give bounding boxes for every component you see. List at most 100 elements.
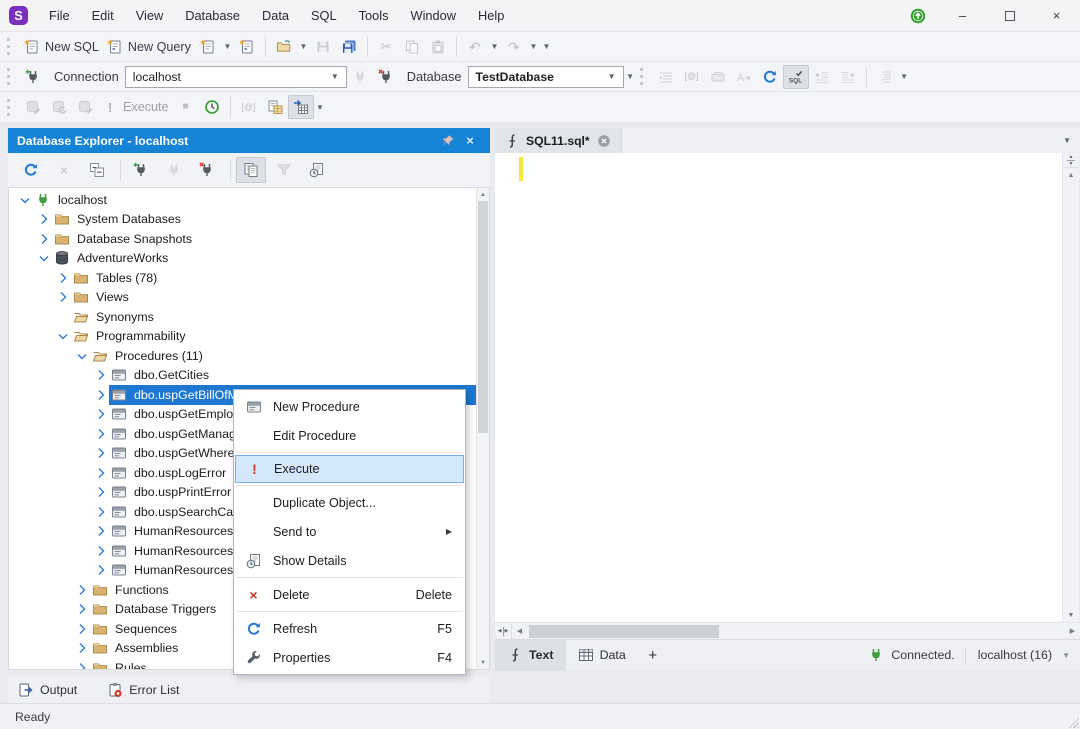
menu-data[interactable]: Data <box>251 0 300 32</box>
redo-dropdown[interactable]: ▼ <box>527 42 540 51</box>
menu-properties[interactable]: PropertiesF4 <box>235 643 464 672</box>
editor-vsplit-handle[interactable]: ◀▶ <box>495 623 512 639</box>
tree-item-database-snapshots[interactable]: Database Snapshots <box>9 229 476 249</box>
database-group-dropdown[interactable]: ▼ <box>624 72 637 81</box>
menu-duplicate-object[interactable]: Duplicate Object... <box>235 488 464 517</box>
scroll-up-arrow-icon[interactable]: ▲ <box>1063 168 1079 182</box>
chevron-collapsed-icon[interactable] <box>93 367 109 383</box>
tab-error-list[interactable]: Error List <box>107 682 179 698</box>
collapse-all-button[interactable] <box>82 157 112 183</box>
editor-vertical-scrollbar[interactable]: ▲▼ ▲ ▼ <box>1062 153 1079 622</box>
chevron-collapsed-icon[interactable] <box>93 426 109 442</box>
scroll-left-arrow-icon[interactable]: ◀ <box>512 623 527 639</box>
undo-dropdown[interactable]: ▼ <box>488 42 501 51</box>
menu-delete[interactable]: ×DeleteDelete <box>235 580 464 609</box>
scroll-right-arrow-icon[interactable]: ▶ <box>1065 623 1080 639</box>
chevron-collapsed-icon[interactable] <box>93 523 109 539</box>
new-object-button[interactable] <box>234 35 260 59</box>
resize-grip[interactable] <box>1066 715 1079 728</box>
toolbar-grip[interactable] <box>640 68 646 85</box>
new-document-dropdown[interactable]: ▼ <box>221 42 234 51</box>
tab-output[interactable]: Output <box>18 682 77 698</box>
menu-tools[interactable]: Tools <box>348 0 400 32</box>
new-document-button[interactable] <box>195 35 221 59</box>
scroll-down-arrow-icon[interactable]: ▼ <box>1063 608 1079 622</box>
menu-execute[interactable]: !Execute <box>235 455 464 483</box>
menu-view[interactable]: View <box>125 0 175 32</box>
sql-editor[interactable] <box>495 153 1062 622</box>
goto-grid-button[interactable] <box>288 95 314 119</box>
chevron-collapsed-icon[interactable] <box>93 543 109 559</box>
panel-close-icon[interactable]: × <box>459 128 481 153</box>
tab-data[interactable]: Data <box>566 640 638 671</box>
tree-scrollbar[interactable]: ▲ ▼ <box>476 188 489 669</box>
database-combo[interactable]: TestDatabase▼ <box>468 66 624 88</box>
tree-item-dbo-getcities[interactable]: dbo.GetCities <box>9 366 476 386</box>
scroll-up-arrow-icon[interactable]: ▲ <box>477 188 489 201</box>
chevron-expanded-icon[interactable] <box>74 348 90 364</box>
query-history-button[interactable] <box>199 95 225 119</box>
scroll-down-arrow-icon[interactable]: ▼ <box>477 656 489 669</box>
chevron-expanded-icon[interactable] <box>17 192 33 208</box>
chevron-collapsed-icon[interactable] <box>74 640 90 656</box>
chevron-collapsed-icon[interactable] <box>93 387 109 403</box>
menu-help[interactable]: Help <box>467 0 515 32</box>
maximize-button[interactable] <box>986 0 1033 31</box>
quick-toolbar-options-dropdown[interactable]: ▼ <box>540 42 553 51</box>
chevron-collapsed-icon[interactable] <box>93 445 109 461</box>
chevron-collapsed-icon[interactable] <box>93 406 109 422</box>
menu-new-procedure[interactable]: New Procedure <box>235 392 464 421</box>
menu-edit[interactable]: Edit <box>81 0 125 32</box>
open-file-button[interactable] <box>271 35 297 59</box>
new-connection-button[interactable] <box>20 65 46 89</box>
toolbar-grip[interactable] <box>7 38 13 55</box>
tree-item-adventureworks[interactable]: AdventureWorks <box>9 249 476 269</box>
menu-sql[interactable]: SQL <box>300 0 348 32</box>
menu-send-to[interactable]: Send to▶ <box>235 517 464 546</box>
tree-item-programmability[interactable]: Programmability <box>9 327 476 347</box>
new-query-button[interactable]: New Query <box>103 35 195 59</box>
chevron-collapsed-icon[interactable] <box>93 484 109 500</box>
update-icon[interactable] <box>897 0 939 31</box>
chevron-collapsed-icon[interactable] <box>93 562 109 578</box>
hscrollbar-thumb[interactable] <box>529 625 719 638</box>
tree-item-procedures-11[interactable]: Procedures (11) <box>9 346 476 366</box>
toolbar-grip[interactable] <box>7 99 13 116</box>
tab-text[interactable]: Text <box>495 640 566 671</box>
document-list-dropdown[interactable]: ▼ <box>1063 136 1071 145</box>
chevron-collapsed-icon[interactable] <box>36 211 52 227</box>
validate-sql-button[interactable]: SQL <box>783 65 809 89</box>
chevron-collapsed-icon[interactable] <box>74 621 90 637</box>
editor-split-handle[interactable]: ▲▼ <box>1063 153 1079 168</box>
show-system-objects-button[interactable] <box>236 157 266 183</box>
connection-toolbar-options-dropdown[interactable]: ▼ <box>898 72 911 81</box>
new-sql-button[interactable]: New SQL <box>20 35 103 59</box>
server-selector[interactable]: localhost (16) ▼ <box>966 648 1080 662</box>
add-view-button[interactable]: + <box>638 640 668 671</box>
paste-grid-button[interactable] <box>262 95 288 119</box>
chevron-collapsed-icon[interactable] <box>55 270 71 286</box>
tree-item-views[interactable]: Views <box>9 288 476 308</box>
chevron-expanded-icon[interactable] <box>36 250 52 266</box>
refresh-code-button[interactable] <box>757 65 783 89</box>
minimize-button[interactable]: – <box>939 0 986 31</box>
disconnect-button[interactable] <box>373 65 399 89</box>
chevron-collapsed-icon[interactable] <box>74 660 90 669</box>
menu-show-details[interactable]: Show Details <box>235 546 464 575</box>
show-details-button[interactable] <box>302 157 332 183</box>
close-button[interactable]: × <box>1033 0 1080 31</box>
connection-combo[interactable]: localhost▼ <box>125 66 347 88</box>
chevron-collapsed-icon[interactable] <box>93 465 109 481</box>
execute-toolbar-options-dropdown[interactable]: ▼ <box>314 103 327 112</box>
tab-sql11[interactable]: SQL11.sql* <box>495 128 622 153</box>
editor-horizontal-scrollbar[interactable]: ◀▶ ◀ ▶ <box>495 622 1080 639</box>
tree-item-system-databases[interactable]: System Databases <box>9 210 476 230</box>
chevron-collapsed-icon[interactable] <box>36 231 52 247</box>
tree-scrollbar-thumb[interactable] <box>478 201 488 433</box>
tree-item-synonyms[interactable]: Synonyms <box>9 307 476 327</box>
open-file-dropdown[interactable]: ▼ <box>297 42 310 51</box>
menu-file[interactable]: File <box>38 0 81 32</box>
menu-database[interactable]: Database <box>174 0 251 32</box>
tree-item-tables-78[interactable]: Tables (78) <box>9 268 476 288</box>
save-all-button[interactable] <box>336 35 362 59</box>
